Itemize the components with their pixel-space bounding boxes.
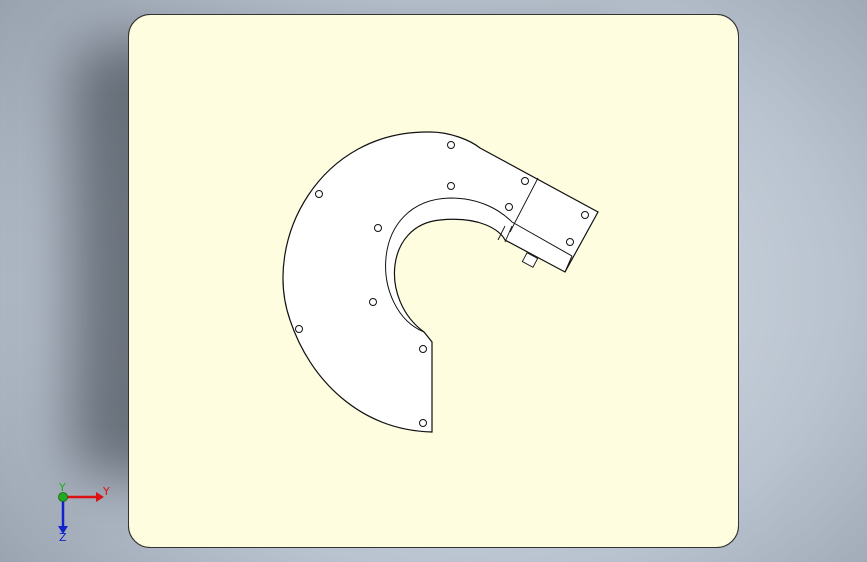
hole[interactable] [447, 141, 455, 149]
hole[interactable] [566, 238, 574, 246]
graphics-viewport[interactable]: Y Y Z [0, 0, 867, 562]
triad-label-vertical: Z [59, 531, 67, 544]
hole[interactable] [419, 345, 427, 353]
hole[interactable] [374, 224, 382, 232]
triad-label-horizontal: Y [102, 485, 110, 498]
sheet-fill [128, 14, 739, 548]
hole[interactable] [295, 325, 303, 333]
hole[interactable] [315, 190, 323, 198]
hole[interactable] [447, 182, 455, 190]
hole[interactable] [419, 419, 427, 427]
triad-label-top: Y [58, 481, 66, 494]
coordinate-triad-icon: Y Y Z [58, 481, 110, 544]
hole[interactable] [581, 211, 589, 219]
hole[interactable] [521, 177, 529, 185]
hole[interactable] [369, 298, 377, 306]
hole[interactable] [505, 203, 513, 211]
part-model[interactable]: Y Y Z [0, 0, 867, 562]
